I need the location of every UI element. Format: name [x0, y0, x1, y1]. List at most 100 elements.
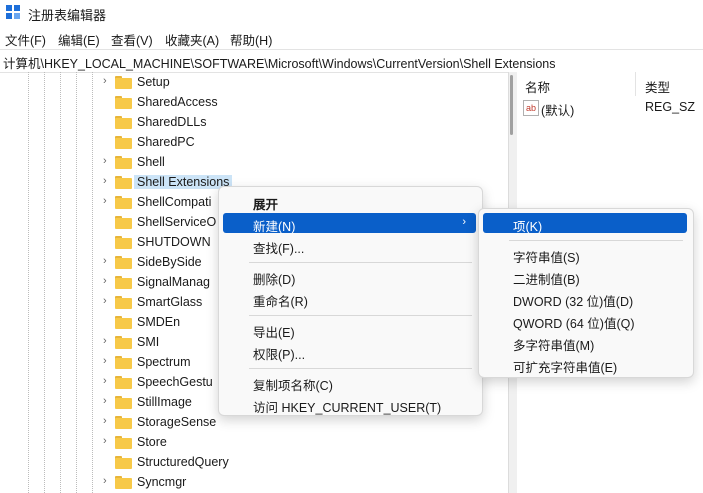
- folder-icon: [115, 136, 132, 149]
- menu-item[interactable]: 新建(N) ›: [223, 213, 476, 234]
- tree-item-label: Setup: [137, 75, 170, 89]
- tree-item-label: SpeechGestu: [137, 375, 213, 389]
- tree-item[interactable]: SharedAccess: [0, 92, 500, 112]
- chevron-right-icon[interactable]: ›: [103, 335, 107, 347]
- menu-item-label: 二进制值(B): [513, 273, 580, 287]
- chevron-right-icon[interactable]: ›: [103, 75, 107, 87]
- tree-item-label: Shell: [137, 155, 165, 169]
- menu-item[interactable]: QWORD (64 位)值(Q): [483, 310, 687, 331]
- column-header-name[interactable]: 名称: [525, 77, 550, 96]
- menu-item[interactable]: 项(K): [483, 213, 687, 234]
- menu-favorites[interactable]: 收藏夹(A): [165, 30, 219, 49]
- tree-item[interactable]: › Shell: [0, 152, 500, 172]
- menu-item-label: 展开: [253, 198, 279, 212]
- chevron-right-icon[interactable]: ›: [103, 415, 107, 427]
- menu-file[interactable]: 文件(F): [5, 30, 46, 49]
- value-type: REG_SZ: [645, 100, 696, 114]
- tree-item[interactable]: SharedDLLs: [0, 112, 500, 132]
- folder-icon: [115, 236, 132, 249]
- menu-item-label: 复制项名称(C): [253, 379, 333, 393]
- menu-item[interactable]: 可扩充字符串值(E): [483, 354, 687, 375]
- tree-item-label: Store: [137, 435, 167, 449]
- menu-item[interactable]: 权限(P)...: [223, 341, 476, 362]
- value-row[interactable]: ab (默认) REG_SZ: [517, 98, 703, 118]
- tree-item-label: ShellCompati: [137, 195, 212, 209]
- menu-item-label: 重命名(R): [253, 295, 308, 309]
- tree-item[interactable]: StructuredQuery: [0, 452, 500, 472]
- address-bar[interactable]: 计算机\HKEY_LOCAL_MACHINE\SOFTWARE\Microsof…: [0, 49, 703, 73]
- folder-icon: [115, 216, 132, 229]
- value-name: (默认): [541, 104, 575, 118]
- chevron-right-icon[interactable]: ›: [103, 435, 107, 447]
- folder-icon: [115, 416, 132, 429]
- chevron-right-icon[interactable]: ›: [103, 355, 107, 367]
- tree-item-label: SmartGlass: [137, 295, 203, 309]
- folder-icon: [115, 476, 132, 489]
- menu-item[interactable]: 导出(E): [223, 319, 476, 340]
- menu-item-label: 访问 HKEY_CURRENT_USER(T): [253, 401, 442, 415]
- menu-item-label: 新建(N): [253, 220, 296, 234]
- chevron-right-icon[interactable]: ›: [103, 195, 107, 207]
- menu-separator: [249, 367, 472, 369]
- tree-item-label: SignalManag: [137, 275, 210, 289]
- menu-item[interactable]: 删除(D): [223, 266, 476, 287]
- tree-item[interactable]: › Store: [0, 432, 500, 452]
- menu-item-label: 多字符串值(M): [513, 339, 595, 353]
- title-bar: 注册表编辑器: [0, 0, 703, 26]
- chevron-right-icon[interactable]: ›: [103, 175, 107, 187]
- column-divider[interactable]: [635, 72, 636, 96]
- chevron-right-icon[interactable]: ›: [103, 255, 107, 267]
- folder-icon: [115, 176, 132, 189]
- column-header-type[interactable]: 类型: [645, 77, 670, 96]
- menu-item[interactable]: 重命名(R): [223, 288, 476, 309]
- tree-item[interactable]: SharedPC: [0, 132, 500, 152]
- chevron-right-icon[interactable]: ›: [103, 395, 107, 407]
- string-value-icon: ab: [523, 100, 539, 116]
- folder-icon: [115, 316, 132, 329]
- menu-view[interactable]: 查看(V): [111, 30, 153, 49]
- folder-icon: [115, 356, 132, 369]
- tree-item-label: SharedAccess: [137, 95, 218, 109]
- menu-item-label: 可扩充字符串值(E): [513, 361, 618, 375]
- folder-icon: [115, 256, 132, 269]
- menu-item[interactable]: 二进制值(B): [483, 266, 687, 287]
- registry-editor-icon: [6, 5, 21, 20]
- tree-item-label: SHUTDOWN: [137, 235, 211, 249]
- menu-item-label: 权限(P)...: [253, 348, 306, 362]
- folder-icon: [115, 196, 132, 209]
- folder-icon: [115, 376, 132, 389]
- tree-item[interactable]: › Syncmgr: [0, 472, 500, 492]
- menu-item[interactable]: 多字符串值(M): [483, 332, 687, 353]
- menu-item-label: 导出(E): [253, 326, 295, 340]
- menu-help[interactable]: 帮助(H): [230, 30, 272, 49]
- address-path[interactable]: 计算机\HKEY_LOCAL_MACHINE\SOFTWARE\Microsof…: [3, 53, 555, 72]
- tree-item-label: SMI: [137, 335, 160, 349]
- folder-icon: [115, 296, 132, 309]
- menu-item[interactable]: 复制项名称(C): [223, 372, 476, 393]
- folder-icon: [115, 96, 132, 109]
- new-submenu: 项(K) 字符串值(S) 二进制值(B) DWORD (32 位)值(D) QWORD …: [478, 208, 694, 378]
- menu-item-label: QWORD (64 位)值(Q): [513, 317, 635, 331]
- tree-item-label: StillImage: [137, 395, 192, 409]
- folder-icon: [115, 436, 132, 449]
- menu-item-label: 删除(D): [253, 273, 296, 287]
- chevron-right-icon[interactable]: ›: [103, 475, 107, 487]
- folder-icon: [115, 116, 132, 129]
- menu-item[interactable]: 字符串值(S): [483, 244, 687, 265]
- menu-item[interactable]: 展开: [223, 191, 476, 212]
- menu-item[interactable]: DWORD (32 位)值(D): [483, 288, 687, 309]
- menu-item[interactable]: 查找(F)...: [223, 235, 476, 256]
- chevron-right-icon[interactable]: ›: [103, 275, 107, 287]
- menu-item[interactable]: 访问 HKEY_CURRENT_USER(T): [223, 394, 476, 415]
- folder-icon: [115, 276, 132, 289]
- tree-item-label: SharedDLLs: [137, 115, 207, 129]
- tree-scrollbar-thumb[interactable]: [510, 75, 513, 135]
- chevron-right-icon[interactable]: ›: [103, 295, 107, 307]
- menu-item-label: 查找(F)...: [253, 242, 305, 256]
- menu-edit[interactable]: 编辑(E): [58, 30, 100, 49]
- chevron-right-icon[interactable]: ›: [103, 375, 107, 387]
- chevron-right-icon[interactable]: ›: [103, 155, 107, 167]
- tree-item[interactable]: › Setup: [0, 72, 500, 92]
- tree-item-label: ShellServiceO: [137, 215, 217, 229]
- tree-item-label: Shell Extensions: [134, 175, 233, 189]
